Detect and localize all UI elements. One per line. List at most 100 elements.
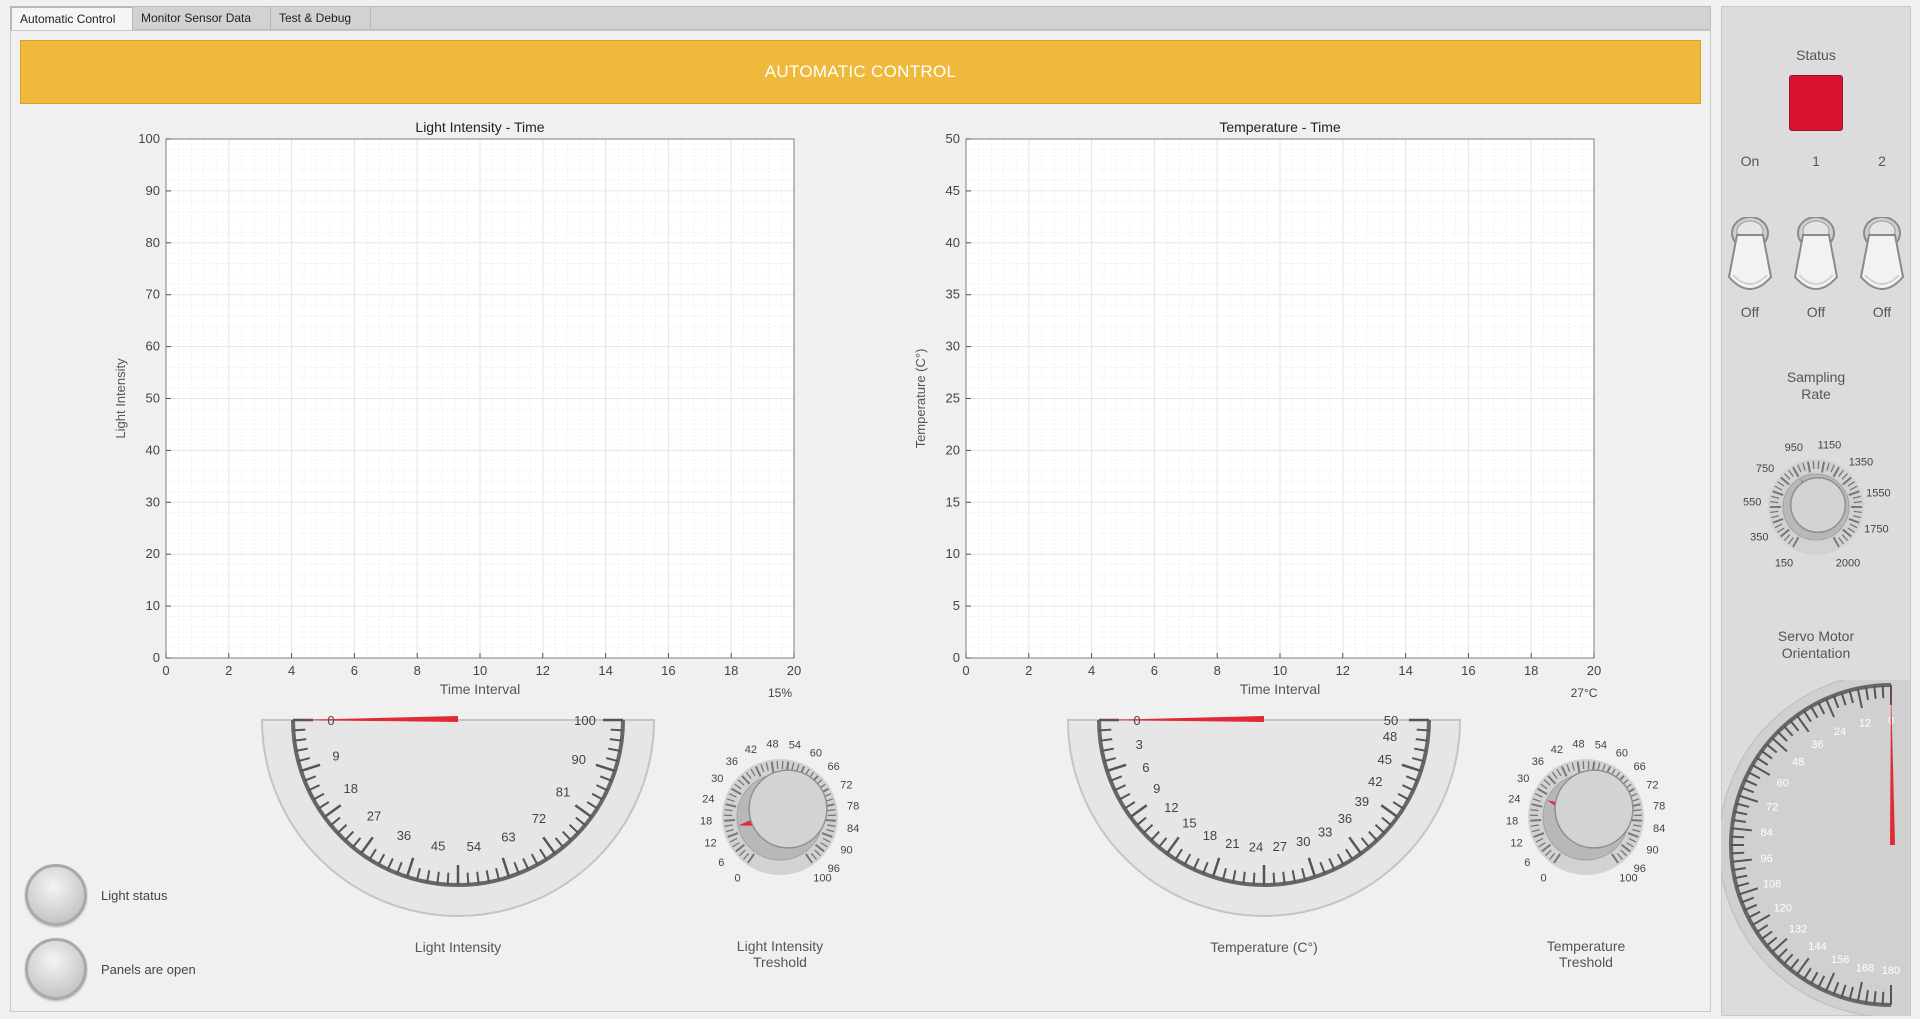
light-threshold-knob[interactable]: 06121824303642 48 5460667278849096100 bbox=[670, 715, 890, 915]
status-label: Status bbox=[1796, 47, 1836, 63]
temperature-threshold-label-line1: Temperature bbox=[1546, 938, 1626, 954]
x-tick-label: 6 bbox=[351, 663, 358, 678]
gauge-scale-label: 9 bbox=[332, 748, 339, 763]
light-intensity-chart: 0 2 4 6 8 10 12 14 16 18 20 0 10 20 30 40 50 60 70 80 90 100 L… bbox=[113, 119, 801, 697]
y-tick-label: 70 bbox=[146, 287, 160, 302]
x-tick-label: 4 bbox=[288, 663, 295, 678]
gauge-scale-label: 42 bbox=[1368, 774, 1382, 789]
x-tick-label: 16 bbox=[661, 663, 675, 678]
x-tick-label: 2 bbox=[225, 663, 232, 678]
servo-scale-label: 84 bbox=[1761, 827, 1773, 839]
gauge-scale-label: 45 bbox=[431, 838, 445, 853]
knob-scale-label: 350 bbox=[1750, 532, 1768, 544]
knob-tick bbox=[1770, 501, 1779, 504]
gauge-scale-label: 12 bbox=[1164, 800, 1178, 815]
servo-label-line2: Orientation bbox=[1781, 645, 1851, 661]
light-threshold-readout: 15% bbox=[767, 686, 793, 700]
knob-scale-label: 60 bbox=[1616, 747, 1628, 759]
knob-scale-label: 36 bbox=[1532, 756, 1544, 768]
knob-scale-label: 54 bbox=[1595, 740, 1607, 752]
x-tick-label: 6 bbox=[1151, 663, 1158, 678]
servo-scale-label: 144 bbox=[1808, 941, 1826, 953]
y-tick-label: 40 bbox=[946, 235, 960, 250]
knob-scale-label: 30 bbox=[1517, 773, 1529, 785]
knob-scale-label: 24 bbox=[1508, 793, 1520, 805]
gauge-scale-label: 24 bbox=[1249, 840, 1263, 855]
light-intensity-gauge: 0 9 18 27 36 45 54 63 72 81 90 100 bbox=[260, 713, 656, 917]
gauge-scale-label: 72 bbox=[532, 811, 546, 826]
knob-scale-label: 84 bbox=[847, 823, 859, 835]
knob-scale-label: 72 bbox=[840, 779, 852, 791]
y-tick-label: 100 bbox=[138, 131, 160, 146]
x-axis-label: Time Interval bbox=[1240, 681, 1320, 697]
y-tick-label: 25 bbox=[946, 391, 960, 406]
knob-scale-label: 550 bbox=[1743, 497, 1761, 509]
switch-1-bottom-label: Off bbox=[1740, 304, 1760, 320]
knob-scale-label: 54 bbox=[789, 740, 801, 752]
y-tick-label: 5 bbox=[953, 598, 960, 613]
y-tick-label: 30 bbox=[946, 339, 960, 354]
x-tick-label: 4 bbox=[1088, 663, 1095, 678]
status-indicator bbox=[1789, 75, 1843, 131]
temperature-threshold-label-line2: Treshold bbox=[1559, 954, 1613, 970]
y-axis-label: Light Intensity bbox=[113, 358, 128, 439]
servo-scale-label: 168 bbox=[1856, 962, 1874, 974]
y-tick-label: 15 bbox=[946, 494, 960, 509]
gauge-scale-label: 6 bbox=[1142, 760, 1149, 775]
servo-scale-label: 36 bbox=[1811, 739, 1823, 751]
knob-scale-label: 48 bbox=[766, 738, 778, 750]
sampling-rate-label: Sampling Rate bbox=[1756, 369, 1876, 403]
knob-scale-label: 48 bbox=[1572, 738, 1584, 750]
knob-scale-label: 18 bbox=[700, 816, 712, 828]
switch-on-toggle[interactable] bbox=[1727, 217, 1773, 299]
tab-bar: Automatic Control Monitor Sensor Data Te… bbox=[10, 6, 1711, 31]
servo-tick bbox=[1873, 991, 1877, 1005]
light-status-lamp bbox=[25, 864, 87, 926]
knob-tick bbox=[824, 819, 836, 822]
temperature-threshold-readout: 27°C bbox=[1570, 686, 1598, 700]
tab-monitor-sensor-data[interactable]: Monitor Sensor Data bbox=[133, 7, 271, 30]
tab-test-debug[interactable]: Test & Debug bbox=[271, 7, 371, 30]
gauge-tick bbox=[610, 728, 623, 732]
y-tick-label: 45 bbox=[946, 183, 960, 198]
servo-tick bbox=[1881, 991, 1885, 1005]
y-tick-label: 80 bbox=[146, 235, 160, 250]
x-tick-label: 12 bbox=[536, 663, 550, 678]
light-threshold-label: Light Intensity Treshold bbox=[700, 938, 860, 970]
gauge-scale-label: 0 bbox=[1133, 713, 1140, 728]
x-axis-label: Time Interval bbox=[440, 681, 520, 697]
temperature-threshold-knob[interactable]: 06121824303642 48 5460667278849096100 bbox=[1476, 715, 1696, 915]
switch-2-bottom-label: Off bbox=[1806, 304, 1826, 320]
knob-scale-label: 1750 bbox=[1864, 523, 1888, 535]
servo-tick bbox=[1731, 851, 1745, 855]
y-tick-label: 40 bbox=[146, 442, 160, 457]
x-tick-label: 8 bbox=[414, 663, 421, 678]
x-tick-label: 16 bbox=[1461, 663, 1475, 678]
switch-1-toggle[interactable] bbox=[1793, 217, 1839, 299]
gauge-scale-label: 50 bbox=[1384, 713, 1398, 728]
chart-title: Temperature - Time bbox=[1219, 119, 1341, 135]
x-tick-label: 18 bbox=[724, 663, 738, 678]
switch-2-toggle[interactable] bbox=[1859, 217, 1905, 299]
gauge-scale-label: 36 bbox=[397, 828, 411, 843]
knob-tick bbox=[1630, 819, 1642, 822]
knob-scale-label: 30 bbox=[711, 773, 723, 785]
tab-automatic-control[interactable]: Automatic Control bbox=[11, 7, 133, 31]
knob-tick bbox=[724, 819, 736, 822]
y-tick-label: 35 bbox=[946, 287, 960, 302]
gauge-scale-label: 18 bbox=[1203, 828, 1217, 843]
light-status-label: Light status bbox=[101, 888, 168, 903]
servo-orientation-gauge: 01224364860728496108120132144156168180 bbox=[1721, 680, 1911, 1016]
knob-scale-label: 60 bbox=[810, 747, 822, 759]
servo-scale-label: 180 bbox=[1882, 965, 1900, 977]
gauge-tick bbox=[1099, 728, 1112, 732]
gauge-scale-label: 30 bbox=[1296, 834, 1310, 849]
servo-tick bbox=[1731, 835, 1745, 839]
gauge-scale-label: 27 bbox=[1273, 839, 1287, 854]
servo-tick bbox=[1881, 685, 1885, 699]
light-threshold-label-line2: Treshold bbox=[753, 954, 807, 970]
x-tick-label: 20 bbox=[1587, 663, 1601, 678]
knob-scale-label: 66 bbox=[827, 761, 839, 773]
knob-scale-label: 12 bbox=[1510, 838, 1522, 850]
sampling-rate-knob[interactable]: 150 350 550 750 950 1150 1350 1550 1750 2000 bbox=[1716, 425, 1916, 585]
